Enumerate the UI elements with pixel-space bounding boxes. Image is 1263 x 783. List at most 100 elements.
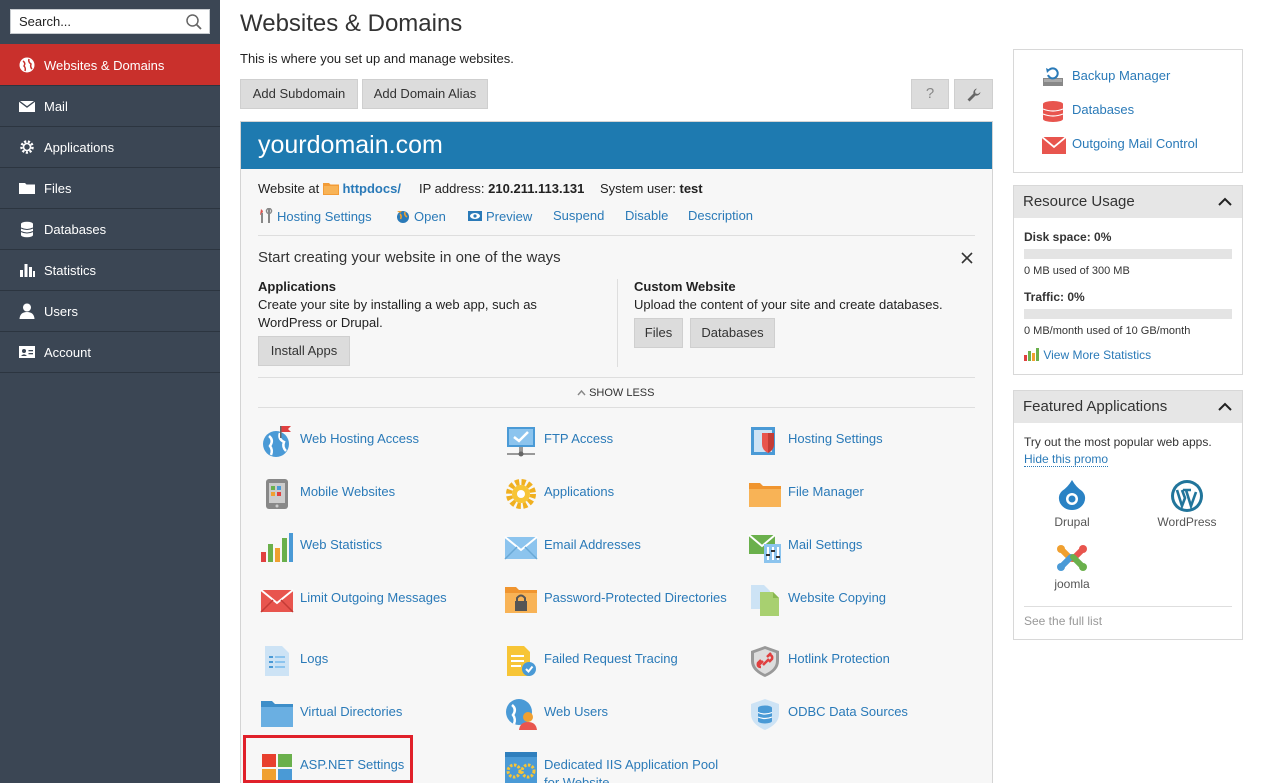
sidebar-item-label: Account — [44, 345, 91, 360]
bar-chart-icon — [1024, 348, 1039, 361]
chevron-up-icon[interactable] — [1218, 400, 1232, 414]
sidebar-item-users[interactable]: Users — [0, 290, 220, 331]
databases-button[interactable]: Databases — [690, 318, 775, 348]
tool-label: Mobile Websites — [300, 484, 396, 499]
open-link[interactable]: Open — [395, 208, 446, 224]
gear-icon — [506, 479, 536, 509]
tool-password-protected-directories[interactable]: Password-Protected Directories — [504, 583, 744, 631]
user-icon — [19, 303, 35, 319]
tool-label: Web Hosting Access — [300, 431, 419, 446]
featured-app-label: WordPress — [1157, 515, 1217, 529]
sidebar-item-statistics[interactable]: Statistics — [0, 249, 220, 290]
disk-used-text: 0 MB used of 300 MB — [1024, 265, 1130, 277]
bar-chart-icon — [261, 533, 293, 562]
mail-settings-icon — [748, 534, 781, 563]
sidebar-item-label: Applications — [44, 140, 115, 155]
tool-label: Web Statistics — [300, 537, 383, 552]
outgoing-mail-control-label: Outgoing Mail Control — [1072, 136, 1198, 151]
domain-name: yourdomain.com — [258, 131, 443, 159]
preview-link[interactable]: Preview — [467, 208, 532, 224]
description-link[interactable]: Description — [688, 208, 753, 223]
divider — [258, 377, 975, 378]
search-icon[interactable] — [185, 13, 203, 31]
tool-web-users[interactable]: Web Users — [504, 697, 744, 745]
featured-app-joomla[interactable]: joomla — [1036, 541, 1108, 593]
tool-web-statistics[interactable]: Web Statistics — [260, 530, 500, 578]
traffic-label: Traffic: 0% — [1024, 290, 1085, 304]
divider — [1024, 606, 1232, 607]
tool-label: Dedicated IIS Application Pool for Websi… — [544, 757, 719, 783]
tool-mobile-websites[interactable]: Mobile Websites — [260, 477, 500, 525]
chevron-up-icon[interactable] — [1218, 195, 1232, 209]
sidebar-item-mail[interactable]: Mail — [0, 85, 220, 126]
tool-logs[interactable]: Logs — [260, 644, 500, 692]
ip-label: IP address: — [419, 181, 485, 196]
close-icon[interactable] — [960, 251, 974, 265]
globe-icon — [19, 57, 35, 73]
tool-dedicated-iis-application-pool[interactable]: Dedicated IIS Application Pool for Websi… — [504, 750, 744, 783]
sidebar-item-files[interactable]: Files — [0, 167, 220, 208]
mobile-icon — [266, 479, 288, 509]
disk-space-label: Disk space: 0% — [1024, 230, 1112, 244]
divider — [258, 235, 975, 236]
tool-failed-request-tracing[interactable]: Failed Request Tracing — [504, 644, 744, 692]
sidebar-item-databases[interactable]: Databases — [0, 208, 220, 249]
tool-mail-settings[interactable]: Mail Settings — [748, 530, 988, 578]
tool-hosting-settings[interactable]: Hosting Settings — [748, 424, 988, 472]
featured-applications-box: Featured Applications Try out the most p… — [1013, 390, 1243, 640]
sidebar-item-label: Mail — [44, 99, 68, 114]
red-envelope-icon — [260, 589, 294, 613]
files-button[interactable]: Files — [634, 318, 683, 348]
system-user-info: System user: test — [600, 181, 703, 196]
databases-label: Databases — [1072, 102, 1135, 117]
sidebar-item-applications[interactable]: Applications — [0, 126, 220, 167]
help-button[interactable]: ? — [911, 79, 949, 109]
resource-usage-title: Resource Usage — [1023, 193, 1135, 210]
sidebar-item-account[interactable]: Account — [0, 331, 220, 373]
tool-label: Failed Request Tracing — [544, 651, 678, 666]
tool-applications[interactable]: Applications — [504, 477, 744, 525]
tool-limit-outgoing-messages[interactable]: Limit Outgoing Messages — [260, 583, 500, 631]
search-input[interactable] — [11, 10, 181, 33]
open-label: Open — [414, 209, 446, 224]
featured-app-wordpress[interactable]: WordPress — [1147, 479, 1227, 531]
backup-icon — [1043, 67, 1063, 86]
add-domain-alias-button[interactable]: Add Domain Alias — [362, 79, 488, 109]
install-apps-button[interactable]: Install Apps — [258, 336, 350, 366]
quick-links-box: Backup Manager Databases Outgoing Mail C… — [1013, 49, 1243, 173]
drupal-logo-icon — [1058, 480, 1086, 510]
hide-promo-link[interactable]: Hide this promo — [1024, 452, 1109, 467]
hosting-settings-link[interactable]: Hosting Settings — [258, 208, 372, 224]
featured-applications-header[interactable]: Featured Applications — [1014, 391, 1242, 423]
featured-app-drupal[interactable]: Drupal — [1036, 479, 1108, 531]
tool-odbc-data-sources[interactable]: ODBC Data Sources — [748, 697, 988, 745]
view-more-statistics-link[interactable]: View More Statistics — [1024, 347, 1151, 362]
resource-usage-header[interactable]: Resource Usage — [1014, 186, 1242, 218]
add-subdomain-button[interactable]: Add Subdomain — [240, 79, 358, 109]
settings-button[interactable] — [954, 79, 993, 109]
see-full-list-link[interactable]: See the full list — [1024, 614, 1102, 628]
tool-label: Hotlink Protection — [788, 651, 890, 666]
tool-ftp-access[interactable]: FTP Access — [504, 424, 744, 472]
tool-website-copying[interactable]: Website Copying — [748, 583, 988, 631]
tool-label: ODBC Data Sources — [788, 704, 908, 719]
tool-label: Virtual Directories — [300, 704, 403, 719]
suspend-link[interactable]: Suspend — [553, 208, 604, 223]
tool-web-hosting-access[interactable]: Web Hosting Access — [260, 424, 500, 472]
tool-file-manager[interactable]: File Manager — [748, 477, 988, 525]
custom-text: Upload the content of your site and crea… — [634, 297, 943, 312]
page-title: Websites & Domains — [240, 10, 463, 37]
tool-label: Password-Protected Directories — [544, 590, 727, 605]
show-less-toggle[interactable]: SHOW LESS — [577, 387, 654, 399]
sidebar: Websites & Domains Mail Applications Fil… — [0, 0, 220, 783]
disable-link[interactable]: Disable — [625, 208, 668, 223]
sidebar-item-label: Databases — [44, 222, 107, 237]
sidebar-item-websites-domains[interactable]: Websites & Domains — [0, 44, 220, 85]
tool-email-addresses[interactable]: Email Addresses — [504, 530, 744, 578]
apps-title: Applications — [258, 279, 337, 294]
open-globe-icon — [397, 211, 409, 223]
search-box — [10, 9, 210, 34]
tool-hotlink-protection[interactable]: Hotlink Protection — [748, 644, 988, 692]
folder-icon — [749, 483, 781, 507]
docroot-link[interactable]: httpdocs/ — [342, 181, 401, 196]
